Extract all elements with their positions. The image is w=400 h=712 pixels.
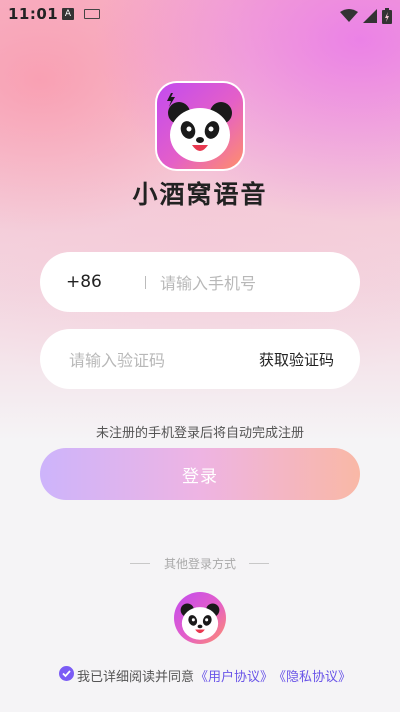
signal-icon (363, 8, 378, 23)
battery-icon (382, 7, 392, 24)
divider (145, 276, 146, 289)
panda-logo-icon (157, 83, 243, 169)
other-login-section: 其他登录方式 (0, 555, 400, 573)
login-button[interactable]: 登录 (40, 448, 360, 500)
agreement-text: 我已详细阅读并同意 (77, 670, 195, 685)
user-agreement-link[interactable]: 《用户协议》 (195, 666, 273, 685)
agreement-row: 我已详细阅读并同意 《用户协议》 《隐私协议》 (0, 666, 400, 685)
code-input[interactable] (67, 347, 251, 373)
wifi-icon (340, 8, 359, 22)
other-login-label: 其他登录方式 (163, 557, 236, 571)
panda-login-icon[interactable] (174, 592, 226, 644)
app-name: 小酒窝语音 (132, 180, 268, 209)
get-code-button[interactable]: 获取验证码 (259, 349, 334, 370)
code-field: 获取验证码 (40, 329, 360, 389)
divider-right (249, 563, 269, 564)
keyboard-icon (84, 9, 100, 19)
status-icons (340, 6, 392, 24)
check-icon (62, 670, 71, 678)
privacy-agreement-link[interactable]: 《隐私协议》 (273, 666, 351, 685)
agree-checkbox[interactable] (59, 666, 74, 681)
status-time: 11:01 (8, 5, 59, 23)
register-hint: 未注册的手机登录后将自动完成注册 (95, 426, 304, 441)
phone-field: +86 (40, 252, 360, 312)
status-bar: 11:01 A (0, 0, 400, 28)
phone-input[interactable] (158, 270, 342, 296)
country-code[interactable]: +86 (66, 272, 102, 292)
input-method-icon: A (62, 8, 74, 20)
